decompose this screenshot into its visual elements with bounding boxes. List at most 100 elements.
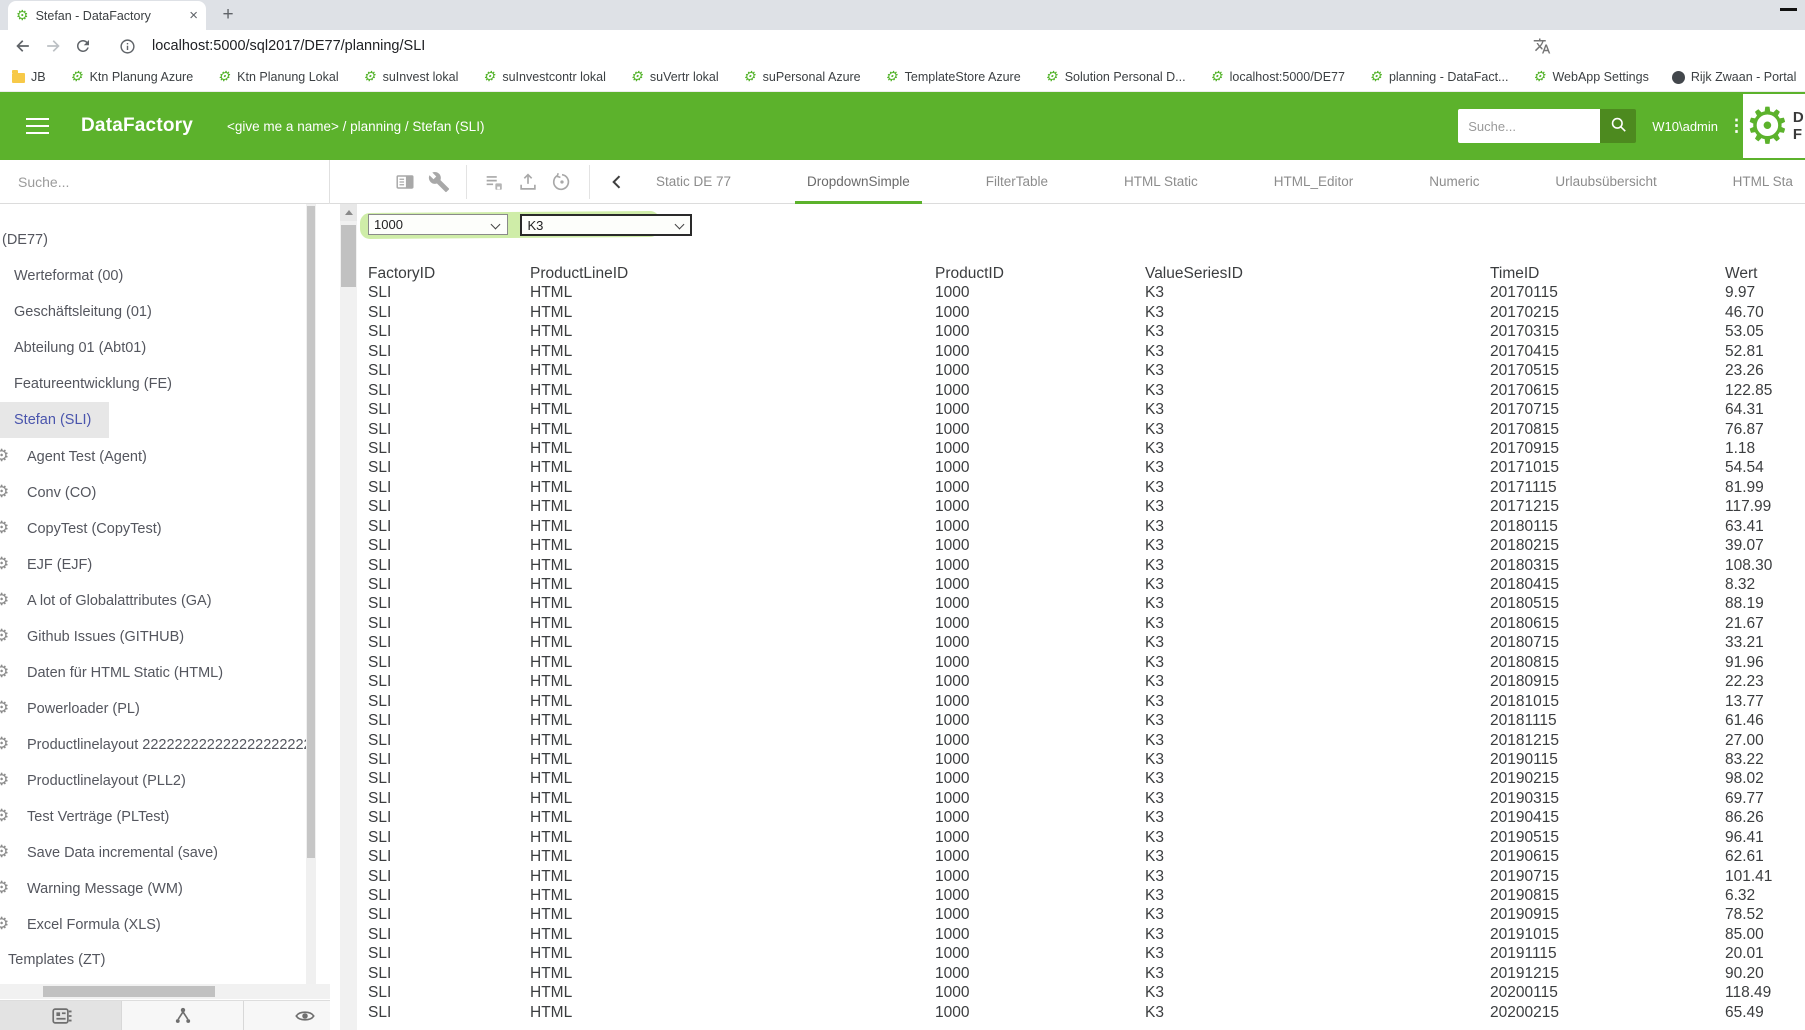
sidebar-tree-item[interactable]: ⚙Werteformat (00): [0, 258, 306, 294]
bookmark-item[interactable]: Solution Personal D...: [1044, 69, 1186, 84]
bookmark-item[interactable]: suPersonal Azure: [742, 69, 861, 84]
cell-product-id: 1000: [935, 361, 1145, 380]
product-dropdown[interactable]: 1000: [368, 214, 508, 235]
settings-wrench-button[interactable]: [422, 165, 456, 199]
table-row: SLI HTML 1000 K3 20190715 101.41: [368, 867, 1805, 886]
content-vertical-scrollbar[interactable]: [340, 204, 357, 1030]
cell-time-id: 20190915: [1490, 905, 1725, 924]
sidebar-tree-item[interactable]: ⚙Warning Message (WM): [0, 870, 306, 906]
cell-wert: 118.49: [1725, 983, 1805, 1002]
bookmark-item[interactable]: WebApp Settings: [1531, 69, 1648, 84]
scroll-up-button[interactable]: [340, 204, 357, 221]
view-tab[interactable]: HTML Sta: [1721, 160, 1805, 204]
cell-valueseries-id: K3: [1145, 1003, 1490, 1022]
sidebar-item-label: Geschäftsleitung (01): [14, 304, 152, 320]
sidebar-search-input[interactable]: [18, 174, 298, 190]
cell-valueseries-id: K3: [1145, 925, 1490, 944]
header-search-button[interactable]: [1600, 109, 1636, 143]
bookmark-favicon-icon: [884, 69, 899, 84]
view-tab[interactable]: FilterTable: [974, 160, 1060, 204]
gear-icon: ⚙: [0, 546, 27, 582]
report-panel-button[interactable]: [388, 165, 422, 199]
cell-valueseries-id: K3: [1145, 672, 1490, 691]
sidebar-tree-item[interactable]: ⚙Productlinelayout 222222222222222222222…: [0, 726, 306, 762]
back-button[interactable]: [10, 33, 36, 59]
bookmark-label: Solution Personal D...: [1065, 70, 1186, 84]
bookmark-item[interactable]: suVertr lokal: [629, 69, 719, 84]
browser-tab[interactable]: ⚙ Stefan - DataFactory ×: [8, 1, 206, 30]
bookmark-item[interactable]: suInvestcontr lokal: [481, 69, 606, 84]
datasheet-view-button[interactable]: [0, 1001, 122, 1030]
view-tab[interactable]: Numeric: [1417, 160, 1491, 204]
sidebar-tree-item[interactable]: ⚙Save Data incremental (save): [0, 834, 306, 870]
cell-product-id: 1000: [935, 633, 1145, 652]
bookmark-item[interactable]: Ktn Planung Azure: [69, 69, 194, 84]
sidebar-horizontal-scrollbar[interactable]: [0, 984, 356, 999]
column-header-valueseries-id: ValueSeriesID: [1145, 264, 1490, 283]
cell-time-id: 20180515: [1490, 594, 1725, 613]
bookmarks-bar: JB Ktn Planung Azure Ktn Planung Lokal s…: [0, 62, 1805, 92]
bookmark-label: planning - DataFact...: [1389, 70, 1509, 84]
sidebar-tree-item[interactable]: ⚙Powerloader (PL): [0, 690, 306, 726]
scrollbar-thumb[interactable]: [341, 225, 356, 287]
bookmark-item[interactable]: JB: [12, 70, 46, 84]
url-text[interactable]: localhost:5000/sql2017/DE77/planning/SLI: [152, 38, 1529, 54]
reload-button[interactable]: [70, 33, 96, 59]
sidebar-tree-item[interactable]: ⚙(DE77): [0, 222, 306, 258]
bookmark-item[interactable]: suInvest lokal: [362, 69, 459, 84]
table-row: SLI HTML 1000 K3 20170115 9.97: [368, 283, 1805, 302]
header-search-input[interactable]: [1458, 109, 1600, 143]
sidebar-tree-item[interactable]: ⚙Featureentwicklung (FE): [0, 366, 306, 402]
export-upload-button[interactable]: [511, 165, 545, 199]
cell-valueseries-id: K3: [1145, 361, 1490, 380]
bookmark-item[interactable]: localhost:5000/DE77: [1209, 69, 1345, 84]
sidebar-tree-item[interactable]: ⚙Templates (ZT): [0, 942, 306, 978]
sidebar-tree-item[interactable]: ⚙Test Verträge (PLTest): [0, 798, 306, 834]
view-tab[interactable]: HTML Static: [1112, 160, 1210, 204]
new-tab-button[interactable]: +: [214, 0, 242, 30]
sidebar-tree-item[interactable]: ⚙Geschäftsleitung (01): [0, 294, 306, 330]
bookmark-item[interactable]: Ktn Planung Lokal: [216, 69, 338, 84]
cell-factory-id: SLI: [368, 556, 530, 575]
cell-factory-id: SLI: [368, 594, 530, 613]
sidebar-tree-item[interactable]: ⚙A lot of Globalattributes (GA): [0, 582, 306, 618]
cell-time-id: 20181115: [1490, 711, 1725, 730]
cell-productline-id: HTML: [530, 653, 935, 672]
bookmark-item[interactable]: Rijk Zwaan - Portal: [1672, 70, 1797, 84]
sidebar-tree-item[interactable]: ⚙Excel Formula (XLS): [0, 906, 306, 942]
sidebar-tree-item[interactable]: ⚙Conv (CO): [0, 474, 306, 510]
tabs-scroll-left-button[interactable]: [600, 165, 634, 199]
close-tab-icon[interactable]: ×: [189, 7, 198, 24]
sidebar-vertical-scrollbar[interactable]: [306, 204, 316, 984]
sidebar-tree-item[interactable]: ⚙Stefan (SLI): [0, 402, 109, 438]
table-row: SLI HTML 1000 K3 20181215 27.00: [368, 731, 1805, 750]
translate-icon[interactable]: [1529, 33, 1555, 59]
sidebar-tree-item[interactable]: ⚙Abteilung 01 (Abt01): [0, 330, 306, 366]
sidebar-tree-item[interactable]: ⚙EJF (EJF): [0, 546, 306, 582]
scrollbar-thumb[interactable]: [307, 206, 315, 858]
sidebar-tree-item[interactable]: ⚙CopyTest (CopyTest): [0, 510, 306, 546]
cell-productline-id: HTML: [530, 867, 935, 886]
history-restore-button[interactable]: [545, 165, 579, 199]
view-tab[interactable]: HTML_Editor: [1262, 160, 1366, 204]
cell-product-id: 1000: [935, 458, 1145, 477]
sidebar-tree-item[interactable]: ⚙Productlinelayout (PLL2): [0, 762, 306, 798]
bookmark-item[interactable]: TemplateStore Azure: [884, 69, 1021, 84]
sidebar-tree-item[interactable]: ⚙Daten für HTML Static (HTML): [0, 654, 306, 690]
sidebar-tree-item[interactable]: ⚙Agent Test (Agent): [0, 438, 306, 474]
bookmark-item[interactable]: planning - DataFact...: [1368, 69, 1509, 84]
forward-button[interactable]: [40, 33, 66, 59]
view-tab[interactable]: Static DE 77: [644, 160, 743, 204]
menu-icon[interactable]: [26, 125, 49, 128]
hierarchy-view-button[interactable]: [122, 1001, 244, 1030]
view-tab[interactable]: DropdownSimple: [795, 160, 922, 204]
view-tab[interactable]: Urlaubsübersicht: [1543, 160, 1668, 204]
scrollbar-thumb[interactable]: [43, 986, 215, 997]
sidebar-tree-item[interactable]: ⚙Github Issues (GITHUB): [0, 618, 306, 654]
site-info-icon[interactable]: [114, 33, 140, 59]
save-list-button[interactable]: [477, 165, 511, 199]
cell-factory-id: SLI: [368, 420, 530, 439]
window-minimize-icon[interactable]: [1780, 8, 1797, 11]
cell-productline-id: HTML: [530, 458, 935, 477]
valueseries-dropdown[interactable]: K3: [520, 214, 692, 236]
